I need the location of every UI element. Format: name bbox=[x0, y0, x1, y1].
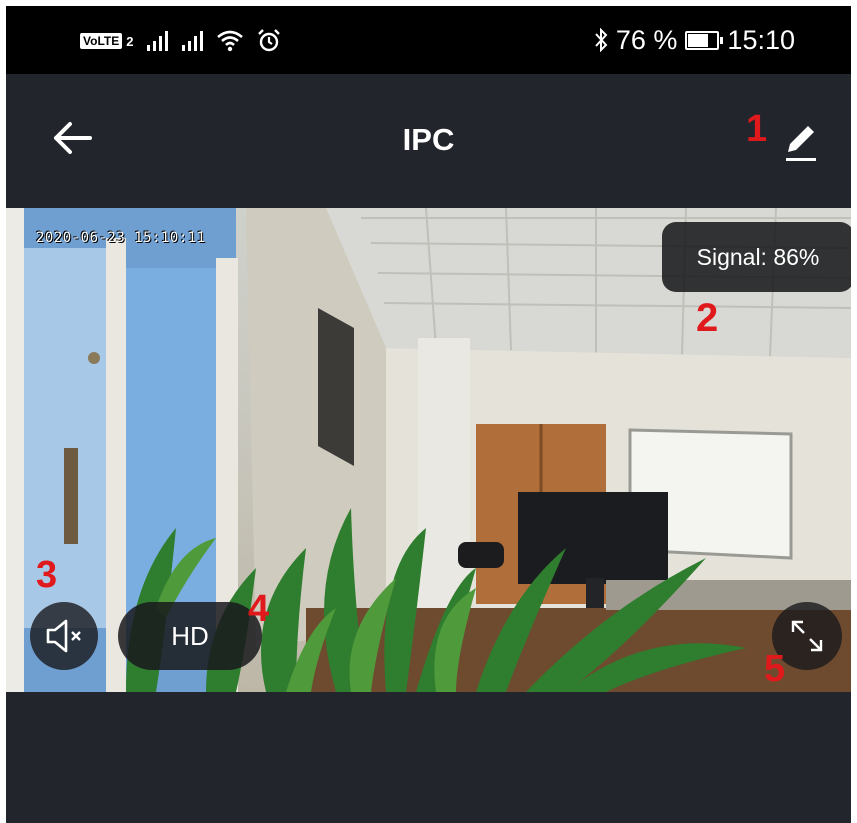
app-bar: IPC 1 bbox=[6, 74, 851, 208]
battery-icon bbox=[685, 30, 724, 50]
speaker-muted-icon bbox=[46, 619, 81, 653]
annotation-1: 1 bbox=[746, 108, 768, 150]
annotation-5: 5 bbox=[764, 648, 786, 690]
status-bar: VoLTE 2 76 % 15:10 bbox=[6, 6, 851, 74]
signal-bars-icon bbox=[182, 31, 204, 51]
status-left-icons: VoLTE 2 bbox=[80, 26, 281, 56]
volte-sim-label: 2 bbox=[126, 33, 134, 49]
video-timestamp: 2020-06-23 15:10:11 bbox=[36, 230, 206, 246]
wifi-icon bbox=[217, 30, 244, 52]
bluetooth-icon bbox=[595, 28, 608, 52]
camera-video-feed[interactable]: 2020-06-23 15:10:11 Signal: 86% 2 3 HD 4… bbox=[6, 208, 851, 692]
annotation-4: 4 bbox=[248, 588, 270, 630]
clock: 15:10 bbox=[727, 24, 795, 55]
page-title: IPC bbox=[402, 122, 455, 157]
edit-button[interactable] bbox=[778, 120, 824, 166]
signal-strength-badge: Signal: 86% bbox=[662, 222, 851, 292]
annotation-3: 3 bbox=[36, 554, 58, 596]
battery-percent: 76 % bbox=[615, 24, 678, 55]
signal-bars-icon bbox=[147, 31, 169, 51]
pencil-icon bbox=[786, 126, 816, 161]
volte-icon: VoLTE bbox=[80, 33, 123, 49]
alarm-icon bbox=[258, 29, 281, 52]
status-right-icons: 76 % 15:10 bbox=[594, 24, 795, 56]
fullscreen-icon bbox=[791, 620, 823, 652]
bottom-panel bbox=[6, 692, 851, 823]
mute-toggle-button[interactable] bbox=[30, 602, 98, 670]
video-quality-button[interactable]: HD bbox=[118, 602, 262, 670]
annotation-2: 2 bbox=[696, 296, 719, 340]
app-screen: VoLTE 2 76 % 15:10 IPC 1 2020-06-23 15:1… bbox=[6, 6, 851, 823]
